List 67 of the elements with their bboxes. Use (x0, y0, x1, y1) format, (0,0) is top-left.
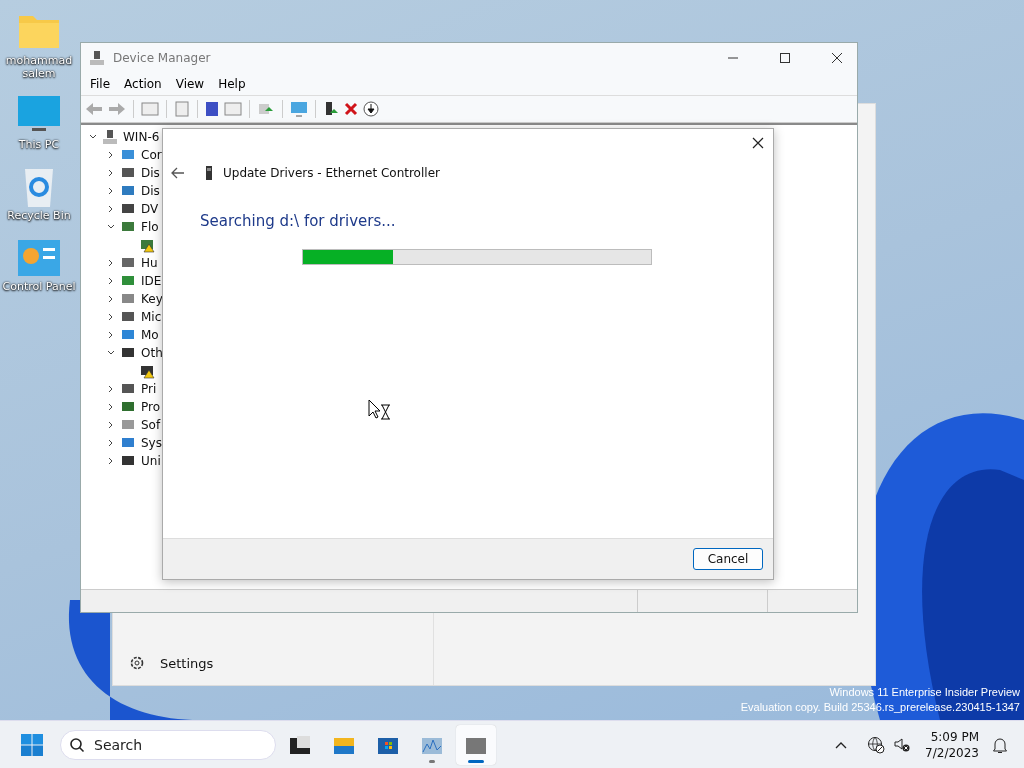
tree-item-label[interactable]: Mic (141, 310, 162, 324)
chevron-right-icon[interactable] (107, 187, 115, 195)
tree-item-label[interactable]: Flo (141, 220, 159, 234)
tree-item-label[interactable]: Dis (141, 166, 160, 180)
update-driver-icon[interactable] (323, 101, 339, 117)
chevron-right-icon[interactable] (107, 277, 115, 285)
close-icon[interactable] (752, 137, 764, 149)
scan-hardware-icon[interactable] (257, 101, 275, 117)
tree-item-label[interactable]: Sys (141, 436, 162, 450)
search-field[interactable]: Search (60, 729, 276, 760)
notification-bell-icon[interactable] (991, 735, 1009, 754)
chevron-down-icon[interactable] (107, 349, 115, 357)
tree-item-label[interactable]: WIN-6 (123, 130, 160, 144)
chevron-right-icon[interactable] (107, 169, 115, 177)
chevron-right-icon[interactable] (107, 457, 115, 465)
chevron-right-icon[interactable] (107, 259, 115, 267)
tree-item-label[interactable]: Cor (141, 148, 162, 162)
window-title: Device Manager (113, 51, 211, 65)
uninstall-x-icon[interactable] (344, 102, 358, 116)
tree-item-label[interactable]: IDE (141, 274, 162, 288)
computer-tower-icon (102, 129, 118, 145)
tree-item-label[interactable]: Dis (141, 184, 160, 198)
chevron-right-icon[interactable] (107, 205, 115, 213)
tree-item-label[interactable]: Pro (141, 400, 161, 414)
globe-icon[interactable] (867, 735, 886, 754)
search-icon (69, 736, 85, 753)
settings-icon[interactable] (129, 655, 145, 671)
menu-item[interactable]: File (90, 77, 111, 91)
maximize-icon[interactable] (779, 52, 791, 64)
tree-item-label[interactable]: Hu (141, 256, 158, 270)
dialog-title: Update Drivers - Ethernet Controller (223, 166, 440, 180)
task-view-icon (288, 733, 312, 756)
cancel-button[interactable]: Cancel (693, 548, 763, 570)
tree-item-label[interactable]: DV (141, 202, 159, 216)
help-icon[interactable] (205, 101, 219, 117)
menu-item[interactable]: Help (218, 77, 246, 91)
status-message: Searching d:\ for drivers... (200, 212, 397, 230)
settings-nav-item[interactable]: Settings (160, 655, 214, 671)
tree-item-label[interactable]: Sof (141, 418, 161, 432)
menu-item[interactable]: View (175, 77, 205, 91)
chevron-right-icon[interactable] (107, 151, 115, 159)
tree-item-label[interactable]: Mo (141, 328, 159, 342)
chevron-right-icon[interactable] (107, 313, 115, 321)
menu-item[interactable]: Action (124, 77, 162, 91)
speaker-muted-icon[interactable] (893, 735, 912, 754)
start-icon[interactable] (20, 732, 44, 757)
back-arrow-icon[interactable] (171, 167, 185, 179)
monitor-icon[interactable] (290, 101, 308, 117)
network-card-icon (205, 166, 213, 180)
tree-item-label[interactable]: Pri (141, 382, 157, 396)
tree-item-label[interactable]: Oth (141, 346, 163, 360)
chevron-down-icon[interactable] (89, 133, 97, 141)
chevron-down-icon[interactable] (107, 223, 115, 231)
tree-item-label[interactable]: Uni (141, 454, 161, 468)
clock-time[interactable]: 5:09 PM (930, 728, 979, 745)
clock-date[interactable]: 7/2/2023 (925, 744, 979, 761)
close-icon[interactable] (831, 52, 843, 64)
tree-item-label[interactable]: Key (141, 292, 163, 306)
chevron-right-icon[interactable] (107, 439, 115, 447)
chevron-right-icon[interactable] (107, 295, 115, 303)
computer-tower-icon (89, 50, 105, 66)
chevron-up-icon[interactable] (835, 740, 848, 749)
chevron-right-icon[interactable] (107, 331, 115, 339)
chevron-right-icon[interactable] (107, 385, 115, 393)
busy-cursor-icon (368, 399, 392, 421)
chevron-right-icon[interactable] (107, 421, 115, 429)
chevron-right-icon[interactable] (107, 403, 115, 411)
